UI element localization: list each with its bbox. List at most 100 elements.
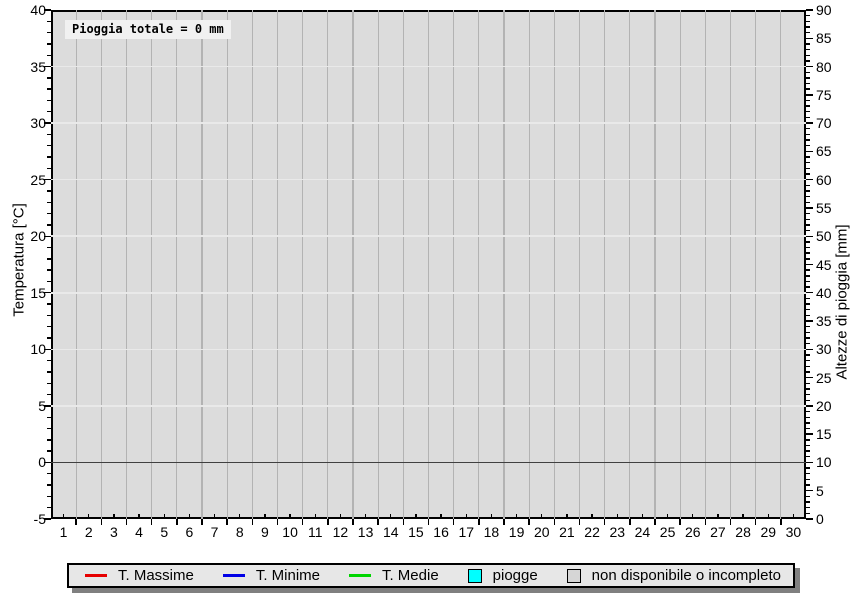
- left-axis-tick: [47, 484, 51, 485]
- right-axis-tick: [806, 422, 810, 423]
- vertical-gridline: [680, 10, 681, 519]
- right-axis-tick-label: 25: [816, 371, 832, 385]
- left-axis-tick: [47, 315, 51, 316]
- vertical-gridline: [780, 10, 781, 519]
- x-axis-tick-label: 28: [730, 525, 756, 539]
- x-axis-tick-label: 26: [680, 525, 706, 539]
- x-axis-tick-label: 3: [101, 525, 127, 539]
- right-axis-tick: [806, 473, 810, 474]
- right-axis-tick: [806, 49, 810, 50]
- left-axis-tick: [47, 190, 51, 191]
- x-axis-tick-label: 11: [302, 525, 328, 539]
- left-axis-tick-label: 5: [12, 399, 46, 413]
- left-axis-tick: [47, 134, 51, 135]
- legend-box-swatch-icon: [468, 569, 482, 583]
- right-axis-tick: [806, 405, 813, 406]
- right-axis-tick: [806, 15, 810, 16]
- right-axis-tick: [806, 88, 810, 89]
- left-axis-tick: [47, 303, 51, 304]
- bottom-axis-inner-tick: [63, 514, 64, 518]
- right-axis-tick-label: 80: [816, 60, 832, 74]
- left-axis-tick: [47, 224, 51, 225]
- left-axis-tick: [47, 337, 51, 338]
- horizontal-gridline: [51, 235, 806, 237]
- left-axis-tick: [47, 428, 51, 429]
- right-axis-tick: [806, 479, 810, 480]
- right-axis-tick: [806, 179, 813, 180]
- x-axis-tick-label: 2: [76, 525, 102, 539]
- right-axis-tick: [806, 156, 810, 157]
- right-axis-tick: [806, 94, 813, 95]
- right-axis-tick-label: 50: [816, 229, 832, 243]
- right-axis-tick: [806, 26, 810, 27]
- bottom-axis-inner-tick: [466, 514, 467, 518]
- bottom-axis-inner-tick: [264, 514, 265, 518]
- legend-line-swatch-icon: [349, 574, 371, 577]
- right-axis-tick: [806, 292, 813, 293]
- vertical-gridline: [604, 10, 605, 519]
- right-axis-tick: [806, 117, 810, 118]
- x-axis-tick-label: 20: [529, 525, 555, 539]
- vertical-gridline: [101, 10, 102, 519]
- right-axis-tick: [806, 60, 810, 61]
- legend-item-label: T. Medie: [382, 567, 439, 584]
- vertical-gridline: [705, 10, 706, 519]
- right-axis-tick: [806, 219, 810, 220]
- right-axis-tick-label: 10: [816, 455, 832, 469]
- right-axis-tick: [806, 484, 810, 485]
- horizontal-gridline: [51, 292, 806, 294]
- left-axis-tick: [47, 496, 51, 497]
- x-axis-tick-label: 23: [604, 525, 630, 539]
- left-axis-tick: [47, 111, 51, 112]
- left-axis-tick: [47, 145, 51, 146]
- right-axis-tick-label: 30: [816, 342, 832, 356]
- right-axis-tick: [806, 377, 813, 378]
- vertical-gridline: [277, 10, 278, 519]
- legend: T. MassimeT. MinimeT. Mediepioggenon dis…: [67, 563, 795, 588]
- right-axis-tick: [806, 332, 810, 333]
- bottom-axis-inner-tick: [717, 514, 718, 518]
- x-axis-tick-label: 27: [705, 525, 731, 539]
- vertical-gridline: [403, 10, 404, 519]
- right-axis-tick: [806, 298, 810, 299]
- right-axis-tick: [806, 145, 810, 146]
- vertical-gridline: [352, 10, 353, 519]
- left-axis-tick: [47, 269, 51, 270]
- bottom-axis-inner-tick: [642, 514, 643, 518]
- horizontal-gridline: [51, 66, 806, 68]
- right-axis-tick: [806, 490, 813, 491]
- left-axis-tick: [47, 55, 51, 56]
- right-axis-tick: [806, 371, 810, 372]
- vertical-gridline: [176, 10, 177, 519]
- horizontal-gridline: [51, 405, 806, 407]
- x-axis-tick-label: 12: [327, 525, 353, 539]
- right-axis-tick-label: 45: [816, 258, 832, 272]
- right-axis-tick: [806, 264, 813, 265]
- right-axis-tick: [806, 207, 813, 208]
- right-axis-tick: [806, 450, 810, 451]
- left-axis-tick: [47, 258, 51, 259]
- right-axis-tick: [806, 281, 810, 282]
- x-axis-tick-label: 21: [554, 525, 580, 539]
- x-axis-tick-label: 1: [51, 525, 77, 539]
- right-axis-tick: [806, 354, 810, 355]
- right-axis-tick-label: 5: [816, 484, 824, 498]
- right-axis-tick: [806, 320, 813, 321]
- zero-temperature-line: [51, 462, 806, 464]
- right-axis-tick: [806, 326, 810, 327]
- x-axis-tick-label: 14: [378, 525, 404, 539]
- left-axis-tick: [47, 394, 51, 395]
- legend-item: T. Minime: [223, 567, 320, 584]
- x-axis-tick-label: 15: [403, 525, 429, 539]
- right-axis-tick: [806, 456, 810, 457]
- right-axis-tick-label: 70: [816, 116, 832, 130]
- horizontal-gridline: [51, 349, 806, 351]
- bottom-axis-inner-tick: [365, 514, 366, 518]
- right-axis-title: Altezze di pioggia [mm]: [834, 224, 851, 379]
- right-axis-tick: [806, 501, 810, 502]
- bottom-axis-inner-tick: [113, 514, 114, 518]
- right-axis-tick-label: 0: [816, 512, 824, 526]
- right-axis-tick: [806, 439, 810, 440]
- vertical-gridline: [529, 10, 530, 519]
- vertical-gridline: [654, 10, 655, 519]
